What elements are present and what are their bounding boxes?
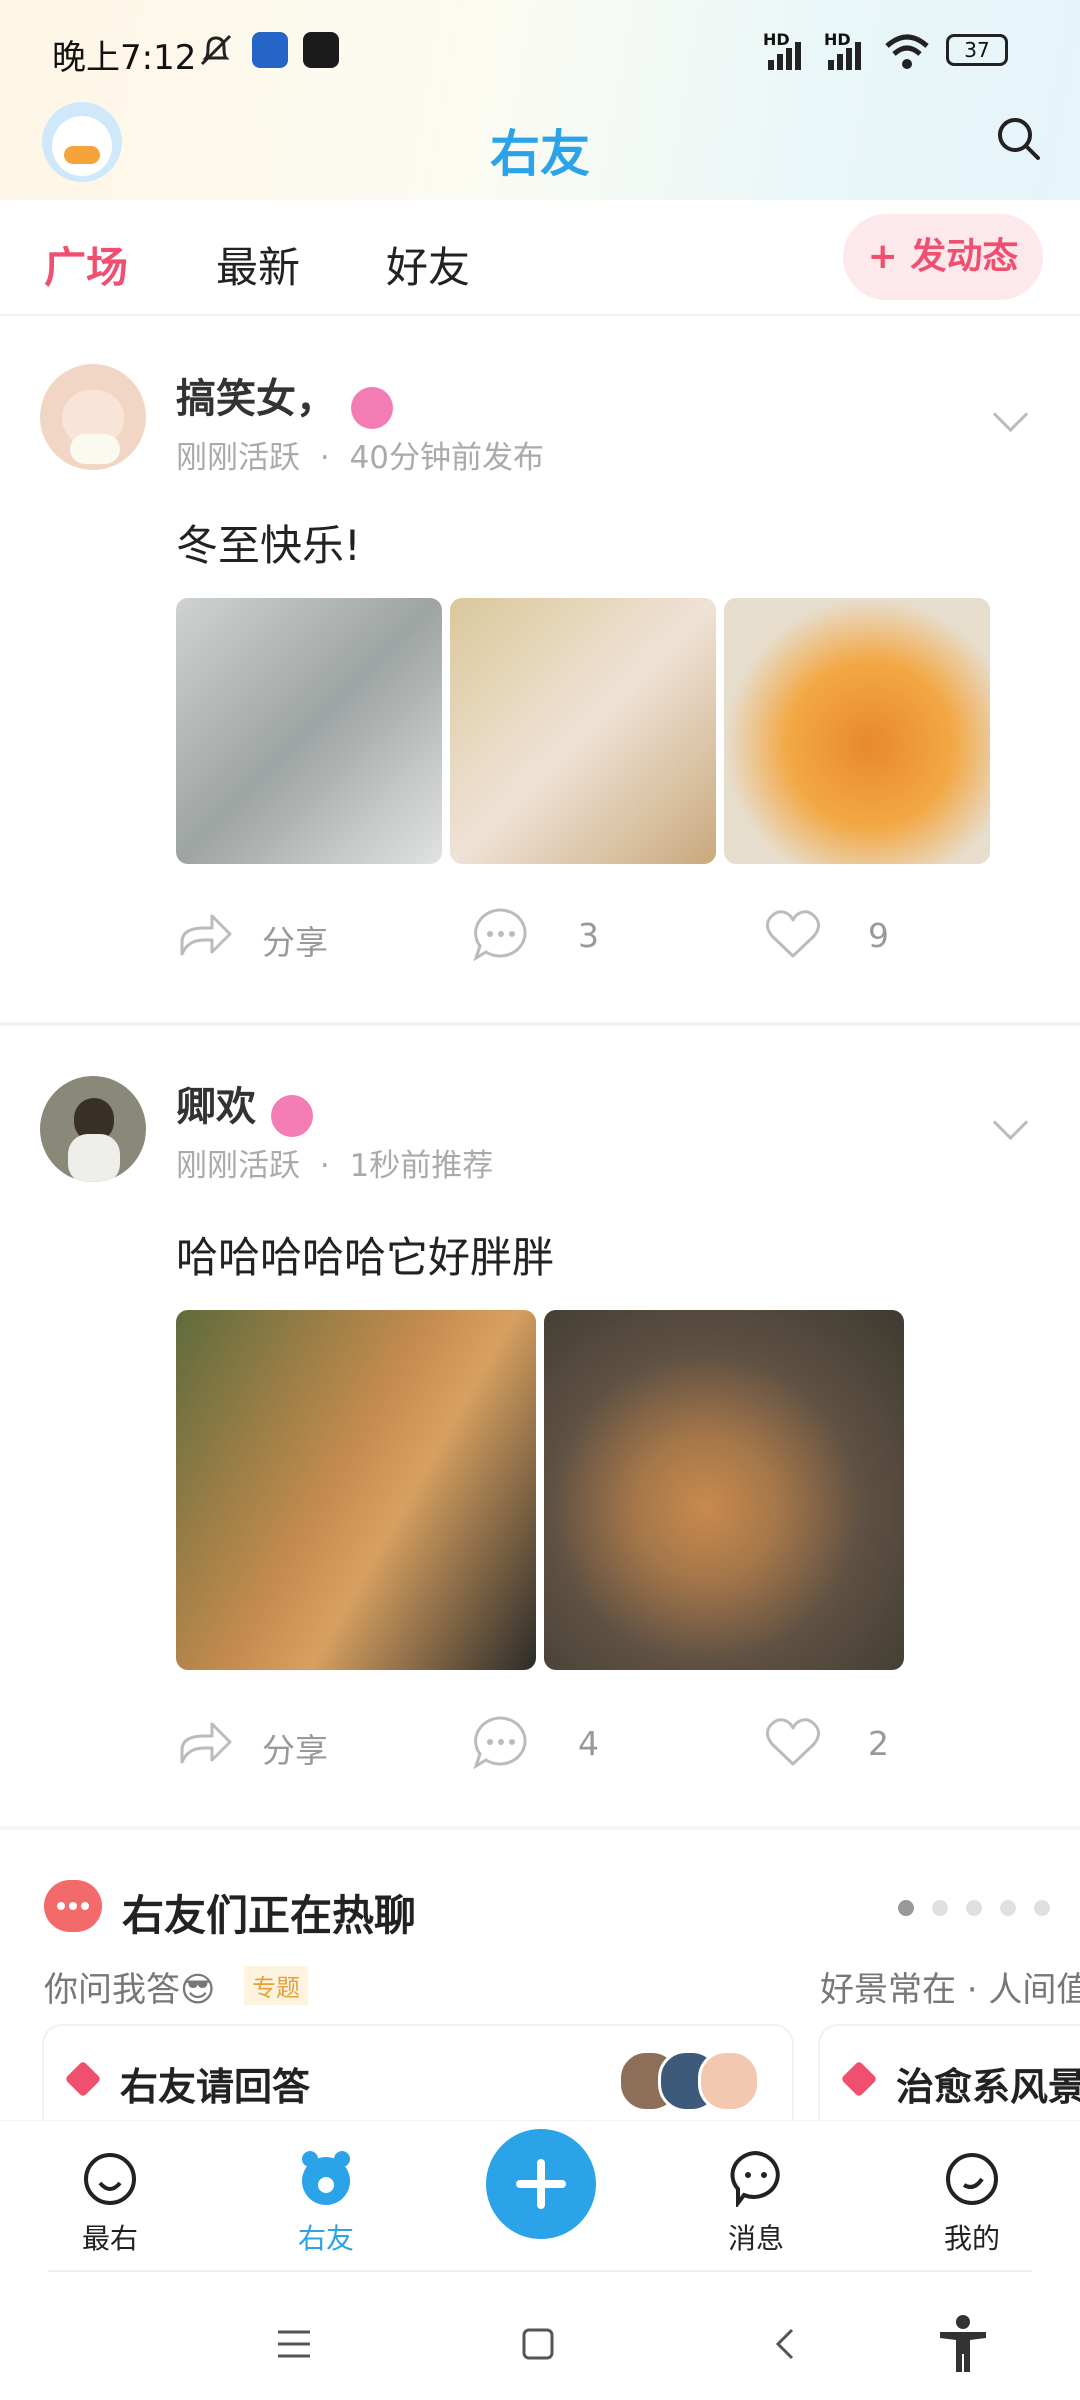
user-name[interactable]: 卿欢 bbox=[176, 1084, 256, 1130]
post-meta: 刚刚活跃 · 1秒前推荐 bbox=[176, 1148, 494, 1184]
tag-icon bbox=[64, 2060, 102, 2098]
accessibility-icon[interactable] bbox=[936, 2314, 990, 2374]
share-icon[interactable] bbox=[178, 1716, 234, 1766]
share-label[interactable]: 分享 bbox=[262, 1724, 328, 1772]
user-avatar[interactable] bbox=[40, 1076, 146, 1182]
profile-icon bbox=[946, 2153, 998, 2205]
section-title: 右友们正在热聊 bbox=[122, 1891, 417, 1940]
female-gender-icon bbox=[351, 386, 394, 429]
post-photo[interactable] bbox=[450, 598, 716, 864]
female-gender-icon bbox=[271, 1094, 314, 1137]
post-time: 40分钟前发布 bbox=[349, 440, 545, 476]
card-title: 右友请回答 bbox=[120, 2065, 311, 2109]
pager-dot bbox=[1034, 1900, 1050, 1916]
status-time: 晚上7:12 bbox=[52, 38, 197, 78]
chat-bubble-icon bbox=[44, 1880, 102, 1932]
pager-dot bbox=[966, 1900, 982, 1916]
status-bar: 晚上7:12 HD HD 37 bbox=[0, 0, 1080, 100]
signal-icon-1 bbox=[768, 42, 801, 70]
topic-card[interactable]: 治愈系风景 bbox=[820, 2026, 1080, 2120]
chevron-down-icon[interactable] bbox=[992, 396, 1029, 433]
post-photo[interactable] bbox=[544, 1310, 904, 1670]
post-photo[interactable] bbox=[176, 598, 442, 864]
tag-icon bbox=[840, 2060, 878, 2098]
mute-icon bbox=[200, 34, 232, 66]
like-heart-icon[interactable] bbox=[764, 1716, 822, 1768]
card-title: 治愈系风景 bbox=[896, 2065, 1080, 2109]
share-icon[interactable] bbox=[178, 908, 234, 958]
page-title: 右友 bbox=[490, 125, 590, 183]
post-card-1: 搞笑女， 刚刚活跃 · 40分钟前发布 冬至快乐! 分享 3 9 bbox=[0, 316, 1080, 1022]
wifi-icon bbox=[885, 34, 929, 69]
comment-count: 4 bbox=[578, 1724, 599, 1763]
user-name[interactable]: 搞笑女， bbox=[176, 376, 336, 422]
user-avatar[interactable] bbox=[40, 364, 146, 470]
like-heart-icon[interactable] bbox=[764, 908, 822, 960]
comment-icon[interactable] bbox=[472, 1714, 530, 1770]
nav-label: 右友 bbox=[297, 2222, 354, 2255]
nav-item-messages[interactable]: 消息 bbox=[696, 2121, 816, 2271]
like-count: 2 bbox=[868, 1724, 889, 1763]
nav-label: 消息 bbox=[727, 2222, 784, 2255]
active-status: 刚刚活跃 bbox=[176, 440, 300, 476]
post-meta: 刚刚活跃 · 40分钟前发布 bbox=[176, 440, 545, 476]
chevron-down-icon[interactable] bbox=[992, 1104, 1029, 1141]
post-status-button[interactable]: + 发动态 bbox=[843, 214, 1043, 300]
topic-card[interactable]: 右友请回答 bbox=[44, 2026, 792, 2120]
message-icon bbox=[730, 2150, 780, 2207]
battery-indicator: 37 bbox=[946, 34, 1008, 66]
signal-icon-2 bbox=[828, 42, 861, 70]
youyou-icon bbox=[302, 2151, 350, 2205]
plus-icon bbox=[537, 2159, 545, 2209]
post-text: 哈哈哈哈哈它好胖胖 bbox=[176, 1233, 555, 1282]
like-count: 9 bbox=[868, 916, 889, 955]
nav-item-me[interactable]: 我的 bbox=[912, 2121, 1032, 2271]
zuiyou-icon bbox=[84, 2153, 136, 2205]
post-photo[interactable] bbox=[724, 598, 990, 864]
tab-friends[interactable]: 好友 bbox=[386, 234, 470, 295]
create-post-button[interactable] bbox=[486, 2129, 596, 2239]
sync-notification-icon bbox=[303, 32, 339, 68]
topic-badge: 专题 bbox=[244, 1966, 308, 2005]
nav-item-youyou[interactable]: 右友 bbox=[266, 2121, 386, 2271]
app-notification-icon bbox=[252, 32, 288, 68]
nav-item-zuiyou[interactable]: 最右 bbox=[50, 2121, 170, 2271]
hot-topics-section: 右友们正在热聊 你问我答😎 专题 好景常在 · 人间值 右友请回答 治愈系风景 bbox=[0, 1830, 1080, 2120]
pager-dot-active bbox=[898, 1900, 914, 1916]
share-label[interactable]: 分享 bbox=[262, 916, 328, 964]
nav-label: 最右 bbox=[81, 2222, 138, 2255]
nav-label: 我的 bbox=[943, 2222, 1000, 2255]
topic-name[interactable]: 好景常在 · 人间值 bbox=[820, 1962, 1080, 2011]
search-icon[interactable] bbox=[994, 114, 1044, 164]
post-photo[interactable] bbox=[176, 1310, 536, 1670]
user-name-row: 卿欢 bbox=[176, 1074, 314, 1137]
tab-latest[interactable]: 最新 bbox=[216, 234, 300, 295]
post-text: 冬至快乐! bbox=[176, 521, 361, 570]
user-name-row: 搞笑女， bbox=[176, 366, 394, 429]
comment-icon[interactable] bbox=[472, 906, 530, 962]
pager-dot bbox=[1000, 1900, 1016, 1916]
post-card-2: 卿欢 刚刚活跃 · 1秒前推荐 哈哈哈哈哈它好胖胖 分享 4 2 bbox=[0, 1026, 1080, 1826]
post-time: 1秒前推荐 bbox=[349, 1148, 494, 1184]
bottom-navigation: 最右 右友 消息 我的 bbox=[0, 2120, 1080, 2271]
home-icon[interactable] bbox=[518, 2324, 558, 2364]
active-status: 刚刚活跃 bbox=[176, 1148, 300, 1184]
system-navigation-bar bbox=[0, 2270, 1080, 2400]
tab-square[interactable]: 广场 bbox=[44, 234, 128, 295]
pager-dot bbox=[932, 1900, 948, 1916]
app-header: 右友 bbox=[0, 100, 1080, 210]
participant-avatar bbox=[698, 2050, 760, 2112]
battery-level: 37 bbox=[964, 38, 990, 62]
divider bbox=[48, 2270, 1032, 2272]
comment-count: 3 bbox=[578, 916, 599, 955]
back-icon[interactable] bbox=[766, 2324, 806, 2364]
topic-name[interactable]: 你问我答😎 bbox=[44, 1962, 215, 2011]
menu-icon[interactable] bbox=[274, 2326, 314, 2362]
